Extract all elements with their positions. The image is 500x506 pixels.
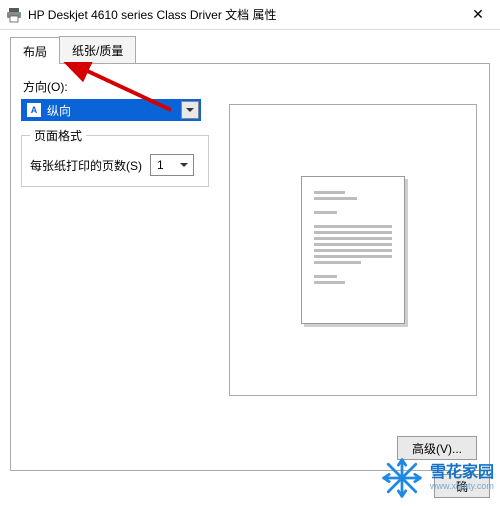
client-area: 布局 纸张/质量 方向(O): A 纵向 页面格式 每张纸打印的页数(S) — [0, 30, 500, 506]
pages-per-sheet-label: 每张纸打印的页数(S) — [30, 157, 142, 174]
orientation-dropdown-button[interactable] — [181, 101, 199, 119]
orientation-label: 方向(O): — [23, 78, 209, 95]
orientation-combobox[interactable]: A 纵向 — [21, 99, 201, 121]
tab-paper-quality[interactable]: 纸张/质量 — [59, 36, 136, 63]
chevron-down-icon — [186, 106, 194, 114]
page-format-legend: 页面格式 — [30, 127, 86, 144]
right-column — [229, 74, 479, 396]
watermark-url: www.xhjaty.com — [430, 482, 494, 492]
close-icon: ✕ — [472, 6, 484, 23]
watermark: 雪花家园 www.xhjaty.com — [380, 456, 494, 500]
snowflake-icon — [380, 456, 424, 500]
pages-per-sheet-dropdown-button[interactable] — [177, 158, 191, 172]
print-preview — [229, 104, 477, 396]
tab-strip: 布局 纸张/质量 — [10, 36, 490, 63]
tab-panel-layout: 方向(O): A 纵向 页面格式 每张纸打印的页数(S) 1 — [10, 63, 490, 471]
tab-layout[interactable]: 布局 — [10, 37, 60, 64]
watermark-brand: 雪花家园 — [430, 464, 494, 482]
title-bar: HP Deskjet 4610 series Class Driver 文档 属… — [0, 0, 500, 30]
preview-page-icon — [301, 176, 405, 324]
window-title: HP Deskjet 4610 series Class Driver 文档 属… — [28, 6, 456, 23]
portrait-icon: A — [27, 103, 41, 117]
orientation-selected: A 纵向 — [23, 101, 181, 119]
orientation-value: 纵向 — [47, 102, 71, 119]
close-button[interactable]: ✕ — [456, 0, 500, 30]
page-format-group: 页面格式 每张纸打印的页数(S) 1 — [21, 135, 209, 187]
chevron-down-icon — [180, 161, 188, 169]
tab-paper-quality-label: 纸张/质量 — [72, 44, 123, 58]
pages-per-sheet-value: 1 — [157, 158, 164, 172]
pages-per-sheet-combobox[interactable]: 1 — [150, 154, 194, 176]
left-column: 方向(O): A 纵向 页面格式 每张纸打印的页数(S) 1 — [21, 74, 209, 187]
printer-icon — [6, 7, 22, 23]
tab-layout-label: 布局 — [23, 45, 47, 59]
